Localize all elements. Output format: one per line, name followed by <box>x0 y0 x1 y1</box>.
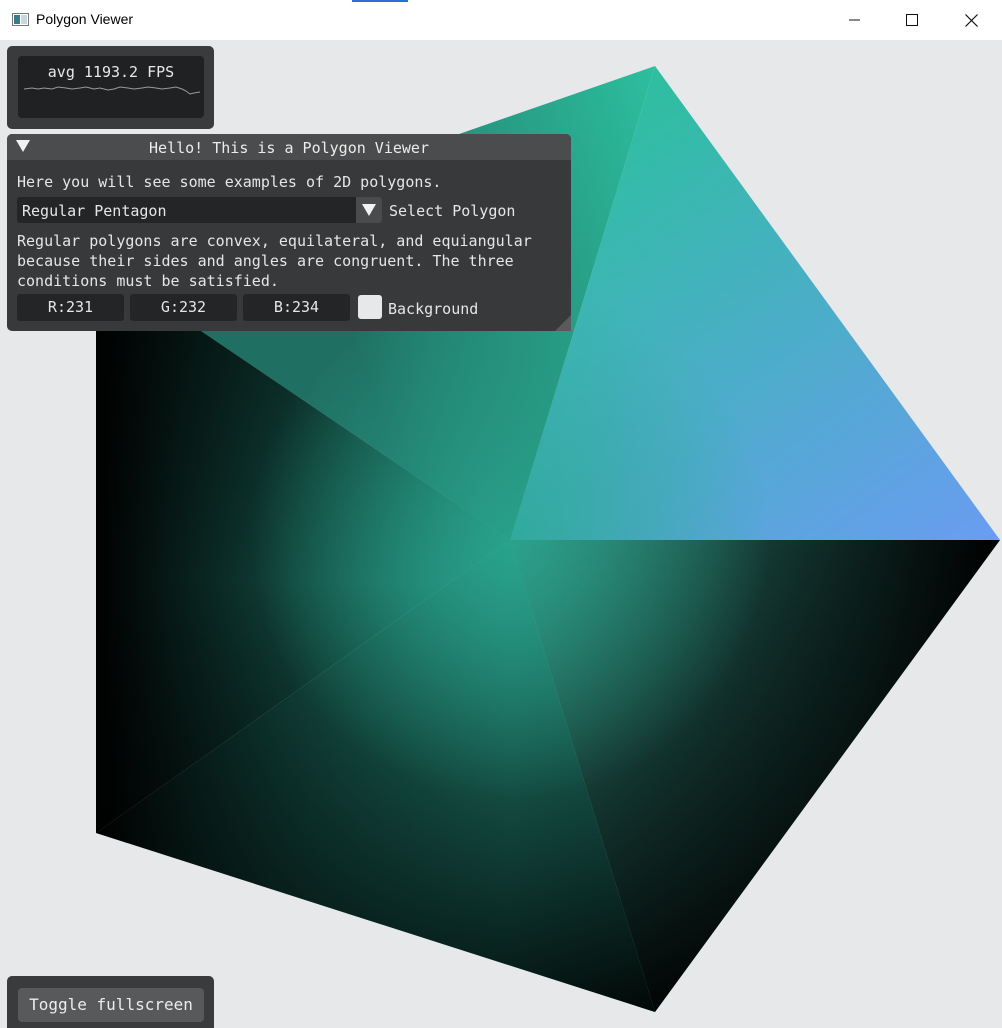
background-green-field[interactable]: G:232 <box>130 294 237 321</box>
description-line: Regular polygons are convex, equilateral… <box>17 232 532 250</box>
background-red-field[interactable]: R:231 <box>17 294 124 321</box>
description-line: because their sides and angles are congr… <box>17 252 514 270</box>
polygon-viewer-panel: Hello! This is a Polygon Viewer Here you… <box>7 134 571 331</box>
background-color-swatch[interactable] <box>358 295 382 319</box>
polygon-select-value: Regular Pentagon <box>22 202 167 220</box>
fps-plot-frame: avg 1193.2 FPS <box>18 56 204 118</box>
fullscreen-panel: Toggle fullscreen <box>7 976 214 1028</box>
panel-header[interactable]: Hello! This is a Polygon Viewer <box>7 134 571 160</box>
fps-overlay: avg 1193.2 FPS <box>7 46 214 129</box>
toggle-fullscreen-button[interactable]: Toggle fullscreen <box>18 988 204 1022</box>
description-line: conditions must be satisfied. <box>17 272 279 290</box>
panel-title: Hello! This is a Polygon Viewer <box>149 139 429 157</box>
maximize-button[interactable] <box>883 0 941 40</box>
maximize-icon <box>906 14 918 26</box>
fps-sparkline <box>24 86 200 95</box>
polygon-select[interactable]: Regular Pentagon <box>17 197 382 223</box>
polygon-description: Regular polygons are convex, equilateral… <box>17 231 567 291</box>
minimize-icon <box>849 19 860 21</box>
polygon-select-label: Select Polygon <box>389 202 516 220</box>
chevron-down-icon <box>362 204 376 216</box>
minimize-button[interactable] <box>826 0 884 40</box>
fps-label: avg 1193.2 FPS <box>47 63 175 81</box>
polygon-select-button[interactable] <box>356 197 382 223</box>
background-blue-field[interactable]: B:234 <box>243 294 350 321</box>
resize-grip-icon[interactable] <box>555 315 571 331</box>
window-title: Polygon Viewer <box>36 11 134 27</box>
close-button[interactable] <box>942 0 1000 40</box>
close-icon <box>964 13 978 27</box>
intro-text: Here you will see some examples of 2D po… <box>17 173 442 191</box>
title-bar: Polygon Viewer <box>0 0 1002 40</box>
background-color-label: Background <box>388 300 479 318</box>
app-icon <box>12 13 29 26</box>
title-bar-accent <box>352 0 408 2</box>
